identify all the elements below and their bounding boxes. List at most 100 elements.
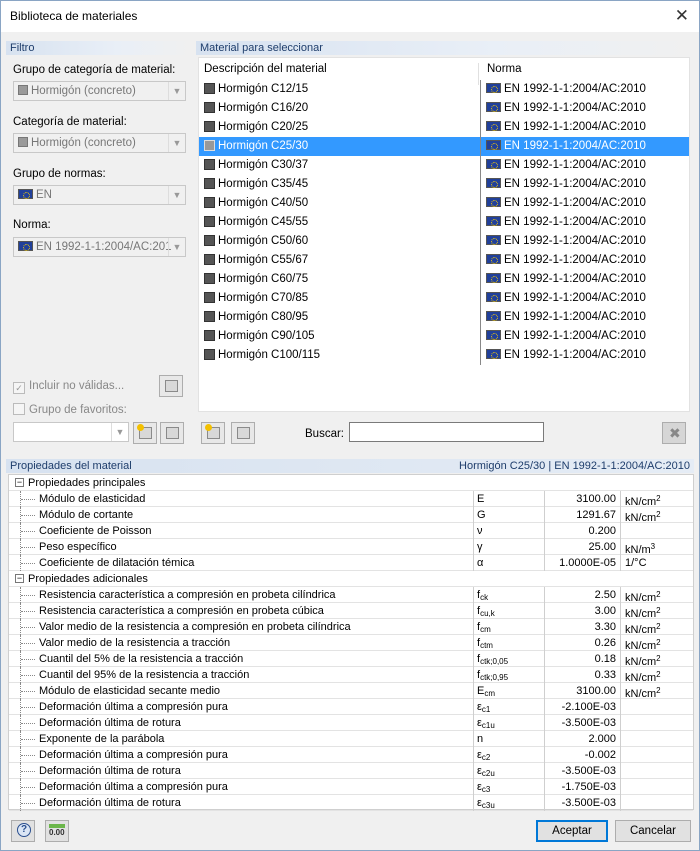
property-row[interactable]: Módulo de elasticidad E 3100.00 kN/cm2 xyxy=(9,491,693,508)
material-row[interactable]: Hormigón C90/105 EN 1992-1-1:2004/AC:2010 xyxy=(199,327,689,346)
property-value[interactable]: 1.0000E-05 xyxy=(544,555,620,571)
property-value[interactable]: -1.750E-03 xyxy=(544,779,620,795)
property-row[interactable]: Deformación última a compresión pura εc2-… xyxy=(9,747,693,763)
accept-button[interactable]: Aceptar xyxy=(536,820,608,842)
chevron-down-icon[interactable]: ▼ xyxy=(168,238,185,256)
property-value[interactable]: 0.18 xyxy=(544,651,620,667)
property-symbol: fctk;0,95 xyxy=(473,667,544,683)
close-icon[interactable]: ✕ xyxy=(675,6,689,26)
material-norm: EN 1992-1-1:2004/AC:2010 xyxy=(504,311,646,323)
units-button[interactable]: 0.00 xyxy=(45,820,69,842)
material-row[interactable]: Hormigón C30/37 EN 1992-1-1:2004/AC:2010 xyxy=(199,156,689,175)
property-row[interactable]: Cuantil del 95% de la resistencia a trac… xyxy=(9,667,693,684)
material-table[interactable]: Descripción del material Norma Hormigón … xyxy=(198,57,690,412)
property-row[interactable]: Valor medio de la resistencia a tracción… xyxy=(9,635,693,652)
material-row[interactable]: Hormigón C60/75 EN 1992-1-1:2004/AC:2010 xyxy=(199,270,689,289)
norm-group-select[interactable]: EN ▼ xyxy=(13,185,186,205)
edit-favorite-button[interactable] xyxy=(160,422,184,444)
material-row[interactable]: Hormigón C25/30 EN 1992-1-1:2004/AC:2010 xyxy=(199,137,689,156)
property-value[interactable]: 3100.00 xyxy=(544,491,620,507)
norm-select[interactable]: EN 1992-1-1:2004/AC:201 ▼ xyxy=(13,237,186,257)
edit-filter-button[interactable] xyxy=(159,375,183,397)
edit-material-button[interactable] xyxy=(231,422,255,444)
property-row[interactable]: Deformación última de rotura εc1u -3.500E-… xyxy=(9,715,693,731)
include-invalid-checkbox[interactable]: ✓ Incluir no válidas... xyxy=(13,380,124,394)
property-row[interactable]: Valor medio de la resistencia a compresi… xyxy=(9,619,693,636)
clear-search-button[interactable]: ✖ xyxy=(662,422,686,444)
collapse-icon[interactable]: − xyxy=(15,574,24,583)
material-group-select[interactable]: Hormigón (concreto) ▼ xyxy=(13,81,186,101)
material-row[interactable]: Hormigón C12/15 EN 1992-1-1:2004/AC:2010 xyxy=(199,80,689,99)
property-value[interactable]: 0.26 xyxy=(544,635,620,651)
property-value[interactable]: 2.50 xyxy=(544,587,620,603)
column-divider xyxy=(480,251,481,270)
property-value[interactable]: 3.00 xyxy=(544,603,620,619)
favorites-checkbox[interactable]: Grupo de favoritos: xyxy=(13,403,127,416)
material-row[interactable]: Hormigón C55/67 EN 1992-1-1:2004/AC:2010 xyxy=(199,251,689,270)
category-label: Categoría de material: xyxy=(13,116,127,128)
property-row[interactable]: Cuantil del 5% de la resistencia a tracc… xyxy=(9,651,693,668)
new-material-button[interactable] xyxy=(201,422,225,444)
chevron-down-icon[interactable]: ▼ xyxy=(168,186,185,204)
property-row[interactable]: Peso específico γ 25.00 kN/m3 xyxy=(9,539,693,556)
property-row[interactable]: Coeficiente de Poisson ν 0.200 xyxy=(9,523,693,539)
property-value[interactable]: 1291.67 xyxy=(544,507,620,523)
property-row[interactable]: Deformación última de rotura εc3u -3.500E-… xyxy=(9,795,693,811)
search-input[interactable] xyxy=(349,422,544,442)
material-row[interactable]: Hormigón C45/55 EN 1992-1-1:2004/AC:2010 xyxy=(199,213,689,232)
help-button[interactable]: ? xyxy=(11,820,35,842)
column-norm[interactable]: Norma xyxy=(487,63,522,75)
material-cell: Hormigón C16/20 xyxy=(204,99,308,118)
property-value[interactable]: 3.30 xyxy=(544,619,620,635)
material-row[interactable]: Hormigón C100/115 EN 1992-1-1:2004/AC:201… xyxy=(199,346,689,365)
material-cell: Hormigón C20/25 xyxy=(204,118,308,137)
property-symbol: Ecm xyxy=(473,683,544,699)
property-value[interactable]: 25.00 xyxy=(544,539,620,555)
property-row[interactable]: Módulo de cortante G 1291.67 kN/cm2 xyxy=(9,507,693,524)
property-unit: kN/m3 xyxy=(620,539,693,556)
property-symbol: fcu,k xyxy=(473,603,544,619)
property-row[interactable]: Resistencia característica a compresión … xyxy=(9,603,693,620)
property-value[interactable]: 3100.00 xyxy=(544,683,620,699)
new-favorite-button[interactable] xyxy=(133,422,157,444)
property-row[interactable]: Exponente de la parábola n 2.000 xyxy=(9,731,693,747)
property-value[interactable]: -3.500E-03 xyxy=(544,715,620,731)
property-name: Deformación última de rotura xyxy=(39,717,181,729)
material-category-select[interactable]: Hormigón (concreto) ▼ xyxy=(13,133,186,153)
column-divider xyxy=(480,194,481,213)
property-value[interactable]: -0.002 xyxy=(544,747,620,763)
property-value[interactable]: 0.33 xyxy=(544,667,620,683)
properties-table[interactable]: − Propiedades principales Módulo de elasti… xyxy=(8,474,694,811)
material-row[interactable]: Hormigón C16/20 EN 1992-1-1:2004/AC:2010 xyxy=(199,99,689,118)
chevron-down-icon[interactable]: ▼ xyxy=(111,423,128,441)
property-row[interactable]: Deformación última de rotura εc2u -3.500E-… xyxy=(9,763,693,779)
material-row[interactable]: Hormigón C40/50 EN 1992-1-1:2004/AC:2010 xyxy=(199,194,689,213)
property-value[interactable]: 0.200 xyxy=(544,523,620,539)
cancel-button[interactable]: Cancelar xyxy=(615,820,691,842)
property-group[interactable]: − Propiedades adicionales xyxy=(9,571,693,587)
tree-branch xyxy=(21,627,35,628)
material-row[interactable]: Hormigón C70/85 EN 1992-1-1:2004/AC:2010 xyxy=(199,289,689,308)
property-group[interactable]: − Propiedades principales xyxy=(9,475,693,491)
material-row[interactable]: Hormigón C20/25 EN 1992-1-1:2004/AC:2010 xyxy=(199,118,689,137)
property-row[interactable]: Resistencia característica a compresión … xyxy=(9,587,693,604)
property-value[interactable]: -3.500E-03 xyxy=(544,795,620,811)
material-row[interactable]: Hormigón C80/95 EN 1992-1-1:2004/AC:2010 xyxy=(199,308,689,327)
unit-exponent: 2 xyxy=(656,654,661,663)
chevron-down-icon[interactable]: ▼ xyxy=(168,134,185,152)
material-row[interactable]: Hormigón C50/60 EN 1992-1-1:2004/AC:2010 xyxy=(199,232,689,251)
property-row[interactable]: Módulo de elasticidad secante medio Ecm 31… xyxy=(9,683,693,700)
property-row[interactable]: Deformación última a compresión pura εc1-… xyxy=(9,699,693,715)
property-value[interactable]: -3.500E-03 xyxy=(544,763,620,779)
favorites-select[interactable]: ▼ xyxy=(13,422,129,442)
material-row[interactable]: Hormigón C35/45 EN 1992-1-1:2004/AC:2010 xyxy=(199,175,689,194)
collapse-icon[interactable]: − xyxy=(15,478,24,487)
property-row[interactable]: Deformación última a compresión pura εc3-… xyxy=(9,779,693,795)
property-row[interactable]: Coeficiente de dilatación témica α 1.0000E… xyxy=(9,555,693,571)
property-value[interactable]: -2.100E-03 xyxy=(544,699,620,715)
chevron-down-icon[interactable]: ▼ xyxy=(168,82,185,100)
favorites-label: Grupo de favoritos: xyxy=(29,404,127,416)
material-swatch-icon xyxy=(204,330,215,341)
column-description[interactable]: Descripción del material xyxy=(204,63,327,75)
property-value[interactable]: 2.000 xyxy=(544,731,620,747)
